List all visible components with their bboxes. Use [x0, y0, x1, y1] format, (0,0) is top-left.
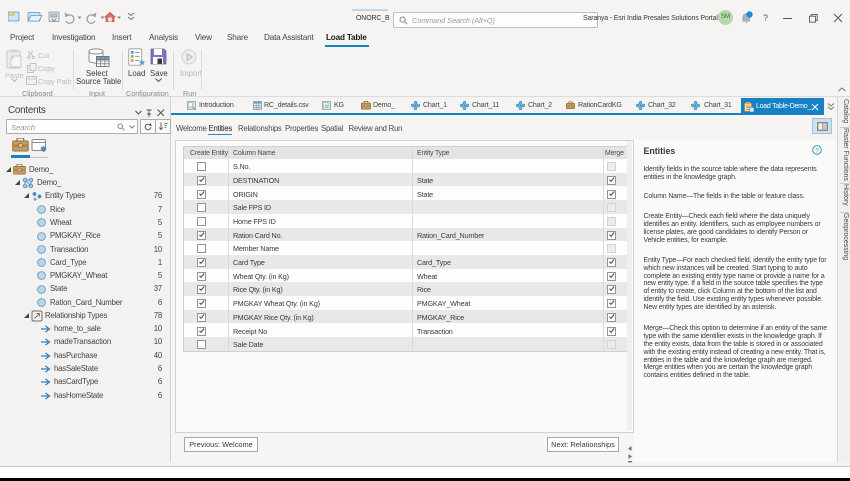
svg-text:?: ? [815, 147, 819, 154]
